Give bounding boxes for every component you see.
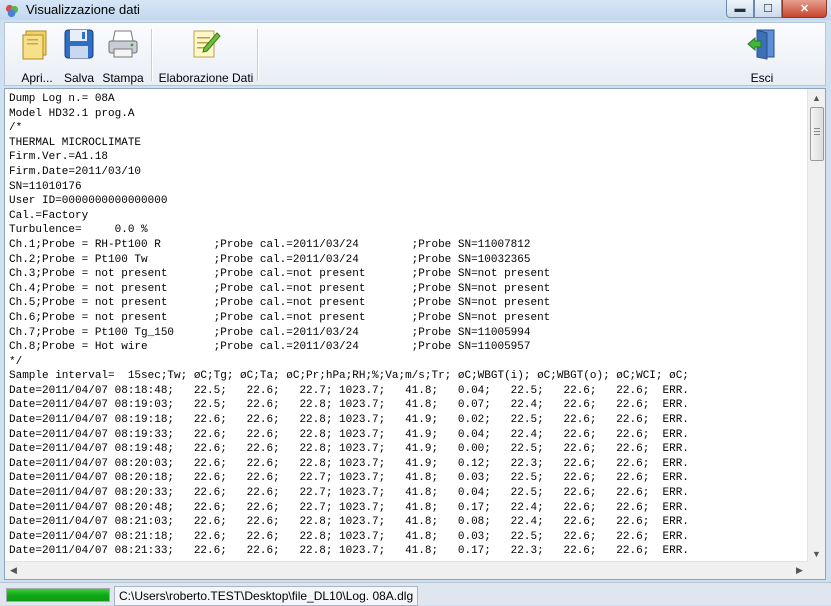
log-line: Ch.5;Probe = not present ;Probe cal.=not… (9, 297, 551, 310)
log-line: Ch.1;Probe = RH-Pt100 R ;Probe cal.=2011… (9, 238, 531, 251)
vertical-scrollbar[interactable]: ▲ ▼ (807, 89, 825, 562)
title-bar: Visualizzazione dati ▬ ☐ ✕ (0, 0, 831, 20)
edit-document-icon (193, 30, 221, 58)
log-line: /* (9, 122, 23, 135)
minimize-button[interactable]: ▬ (726, 0, 754, 18)
log-line: User ID=0000000000000000 (9, 195, 168, 208)
open-label: Apri... (21, 71, 53, 85)
log-line: THERMAL MICROCLIMATE (9, 136, 142, 149)
log-line: Ch.8;Probe = Hot wire ;Probe cal.=2011/0… (9, 341, 531, 354)
file-path-text: C:\Users\roberto.TEST\Desktop\file_DL10\… (114, 586, 419, 606)
floppy-disk-icon (64, 29, 94, 59)
log-line: Turbulence= 0.0 % (9, 224, 148, 237)
save-button[interactable]: Salva (59, 25, 99, 85)
log-content[interactable]: Dump Log n.= 08A Model HD32.1 prog.A /* THE… (9, 92, 799, 562)
log-line: Dump Log n.= 08A (9, 93, 115, 105)
log-line: Date=2011/04/07 08:20:18; 22.6; 22.6; 22… (9, 472, 689, 485)
vertical-scroll-thumb[interactable] (810, 107, 824, 161)
log-line: Date=2011/04/07 08:19:18; 22.6; 22.6; 22… (9, 414, 689, 427)
progress-bar (6, 588, 110, 602)
printer-icon (108, 30, 138, 58)
scroll-left-icon[interactable]: ◀ (5, 562, 22, 579)
log-line: Model HD32.1 prog.A (9, 107, 135, 120)
maximize-button[interactable]: ☐ (754, 0, 782, 18)
log-line: Ch.3;Probe = not present ;Probe cal.=not… (9, 268, 551, 281)
log-line: Ch.6;Probe = not present ;Probe cal.=not… (9, 311, 551, 324)
process-data-label: Elaborazione Dati (158, 71, 254, 85)
process-data-button[interactable]: Elaborazione Dati (157, 25, 255, 85)
open-button[interactable]: Apri... (13, 25, 61, 85)
toolbar-separator (151, 29, 153, 81)
log-line: Firm.Date=2011/03/10 (9, 165, 142, 178)
close-icon: ✕ (799, 3, 810, 15)
minimize-icon: ▬ (734, 2, 746, 15)
close-button[interactable]: ✕ (782, 0, 827, 18)
log-line: Date=2011/04/07 08:21:18; 22.6; 22.6; 22… (9, 530, 689, 543)
log-line: Date=2011/04/07 08:19:33; 22.6; 22.6; 22… (9, 428, 689, 441)
horizontal-scrollbar[interactable]: ◀ ▶ (5, 561, 808, 579)
log-line: Ch.4;Probe = not present ;Probe cal.=not… (9, 282, 551, 295)
log-line: Cal.=Factory (9, 209, 89, 222)
log-line: SN=11010176 (9, 180, 82, 193)
log-text-area[interactable]: Dump Log n.= 08A Model HD32.1 prog.A /* THE… (4, 88, 826, 580)
toolbar: Apri... Salva Stampa Elaborazione Dati E… (4, 22, 826, 86)
toolbar-separator (257, 29, 259, 81)
maximize-icon: ☐ (763, 3, 773, 15)
log-line: Date=2011/04/07 08:18:48; 22.5; 22.6; 22… (9, 384, 689, 397)
scroll-up-icon[interactable]: ▲ (808, 89, 825, 106)
status-bar: C:\Users\roberto.TEST\Desktop\file_DL10\… (0, 582, 831, 606)
progress-fill (7, 589, 109, 601)
scrollbar-corner (808, 562, 825, 579)
scroll-right-icon[interactable]: ▶ (791, 562, 808, 579)
scroll-down-icon[interactable]: ▼ (808, 545, 825, 562)
log-line: Date=2011/04/07 08:20:48; 22.6; 22.6; 22… (9, 501, 689, 514)
log-line: Date=2011/04/07 08:20:03; 22.6; 22.6; 22… (9, 457, 689, 470)
log-line: Firm.Ver.=A1.18 (9, 151, 109, 164)
log-line: */ (9, 355, 23, 368)
log-line: Ch.7;Probe = Pt100 Tg_150 ;Probe cal.=20… (9, 326, 531, 339)
log-line: Date=2011/04/07 08:19:03; 22.5; 22.6; 22… (9, 399, 689, 412)
open-folder-icon (22, 30, 47, 60)
window-title: Visualizzazione dati (26, 2, 140, 17)
exit-door-icon (747, 29, 775, 60)
print-button[interactable]: Stampa (99, 25, 147, 85)
window-controls: ▬ ☐ ✕ (726, 0, 827, 18)
log-line: Date=2011/04/07 08:21:33; 22.6; 22.6; 22… (9, 545, 689, 558)
log-line: Date=2011/04/07 08:21:03; 22.6; 22.6; 22… (9, 516, 689, 529)
exit-label: Esci (750, 71, 774, 85)
save-label: Salva (63, 71, 95, 85)
app-icon (5, 4, 19, 18)
log-line: Date=2011/04/07 08:20:33; 22.6; 22.6; 22… (9, 487, 689, 500)
log-line: Date=2011/04/07 08:19:48; 22.6; 22.6; 22… (9, 443, 689, 456)
log-line: Sample interval= 15sec;Tw; øC;Tg; øC;Ta;… (9, 370, 689, 383)
log-line: Ch.2;Probe = Pt100 Tw ;Probe cal.=2011/0… (9, 253, 531, 266)
print-label: Stampa (102, 71, 144, 85)
exit-button[interactable]: Esci (743, 25, 781, 85)
